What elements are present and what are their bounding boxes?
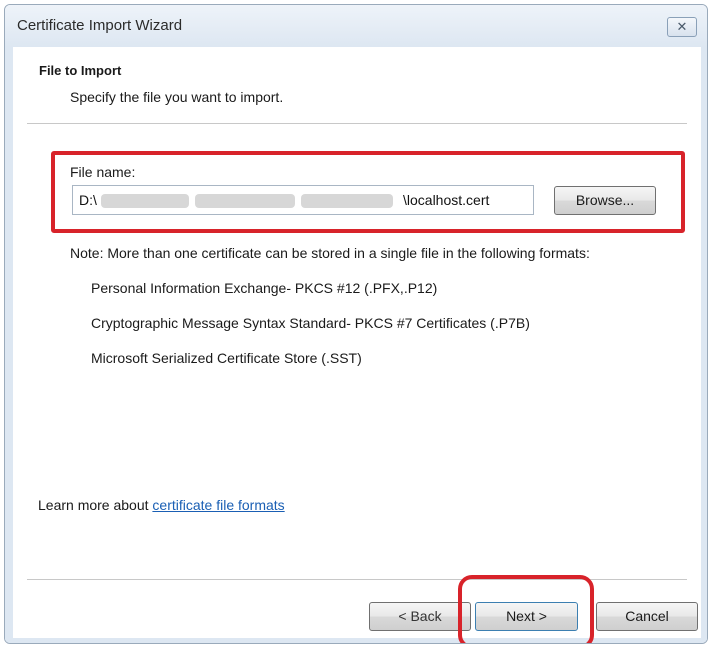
close-button[interactable]: ✕ xyxy=(667,17,697,37)
certificate-import-wizard-window: Certificate Import Wizard ✕ File to Impo… xyxy=(4,4,708,644)
window-title: Certificate Import Wizard xyxy=(17,17,183,34)
formats-note: Note: More than one certificate can be s… xyxy=(70,245,590,261)
wizard-content: File to Import Specify the file you want… xyxy=(13,47,701,643)
page-title: File to Import xyxy=(39,63,122,78)
format-p7b: Cryptographic Message Syntax Standard- P… xyxy=(91,315,530,331)
back-button[interactable]: < Back xyxy=(369,602,471,631)
cancel-button[interactable]: Cancel xyxy=(596,602,698,631)
close-icon: ✕ xyxy=(676,19,688,34)
format-sst: Microsoft Serialized Certificate Store (… xyxy=(91,350,362,366)
file-path-suffix: \localhost.cert xyxy=(403,192,490,208)
file-name-input[interactable]: D:\ \localhost.cert xyxy=(72,185,534,215)
file-path-prefix: D:\ xyxy=(79,192,97,208)
window-frame-left xyxy=(5,47,13,643)
format-pfx: Personal Information Exchange- PKCS #12 … xyxy=(91,280,438,296)
title-bar: Certificate Import Wizard ✕ xyxy=(5,5,707,47)
redacted-path xyxy=(97,186,397,216)
header-divider xyxy=(27,123,687,124)
file-name-label: File name: xyxy=(70,164,136,180)
learn-more-prefix: Learn more about xyxy=(38,497,153,513)
next-highlight-annotation xyxy=(458,575,594,643)
certificate-file-formats-link[interactable]: certificate file formats xyxy=(152,497,284,513)
browse-button[interactable]: Browse... xyxy=(554,186,656,215)
page-subtitle: Specify the file you want to import. xyxy=(70,89,284,105)
learn-more-text: Learn more about certificate file format… xyxy=(38,497,285,513)
